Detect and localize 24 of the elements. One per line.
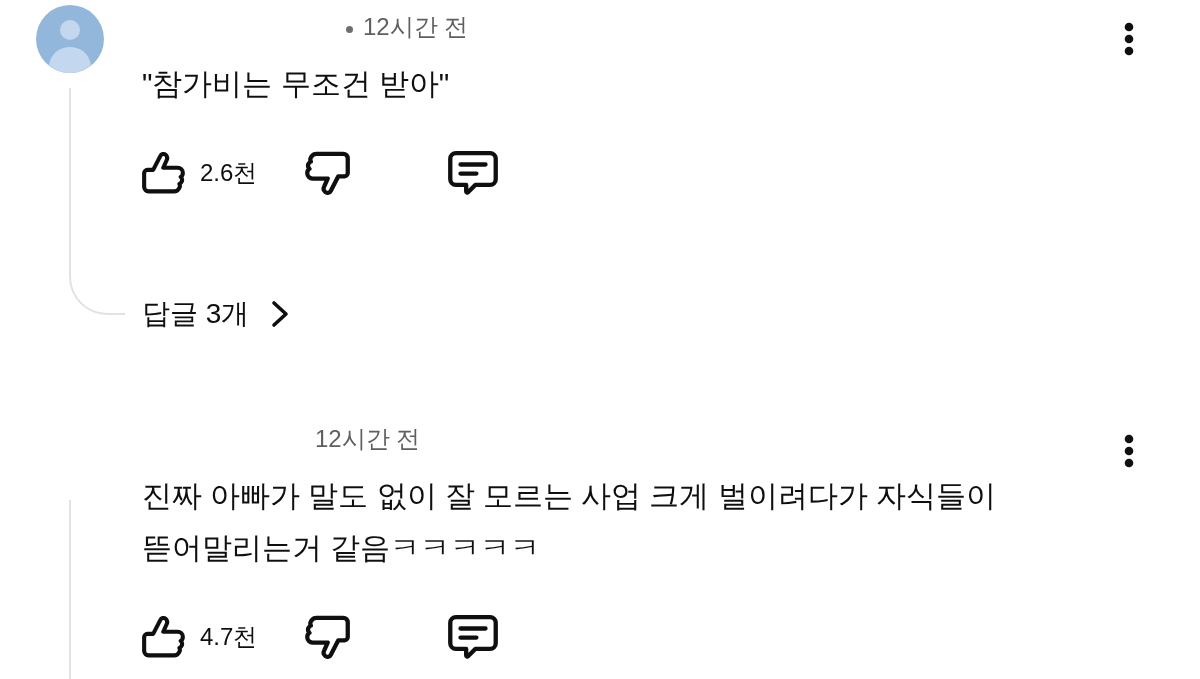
like-count: 2.6천	[200, 158, 258, 188]
reply-button[interactable]	[448, 614, 498, 660]
vertical-dots-icon	[1124, 434, 1134, 468]
like-button[interactable]	[142, 150, 185, 196]
like-count: 4.7천	[200, 622, 258, 652]
comment-bubble-icon	[448, 614, 498, 660]
comment-bubble-icon	[448, 150, 498, 196]
vertical-dots-icon	[1124, 22, 1134, 56]
chevron-right-icon	[271, 300, 290, 328]
like-button[interactable]	[142, 614, 185, 660]
comment-text: 진짜 아빠가 말도 없이 잘 모르는 사업 크게 벌이려다가 자식들이 뜯어말리는거 같음ㅋㅋㅋㅋㅋ	[142, 478, 997, 566]
timestamp: 12시간 전	[363, 12, 469, 42]
dislike-button[interactable]	[305, 614, 350, 660]
thumbs-up-icon	[142, 614, 185, 660]
more-options-button[interactable]	[1124, 22, 1134, 56]
timestamp: 12시간 전	[315, 424, 421, 454]
replies-button[interactable]: 답글 3개	[142, 294, 290, 334]
thumbs-up-icon	[142, 150, 185, 196]
comment-text: "참가비는 무조건 받아"	[142, 66, 451, 102]
more-options-button[interactable]	[1124, 434, 1134, 468]
reply-button[interactable]	[448, 150, 498, 196]
thumbs-down-icon	[305, 614, 350, 660]
thumbs-down-icon	[305, 150, 350, 196]
dislike-button[interactable]	[305, 150, 350, 196]
